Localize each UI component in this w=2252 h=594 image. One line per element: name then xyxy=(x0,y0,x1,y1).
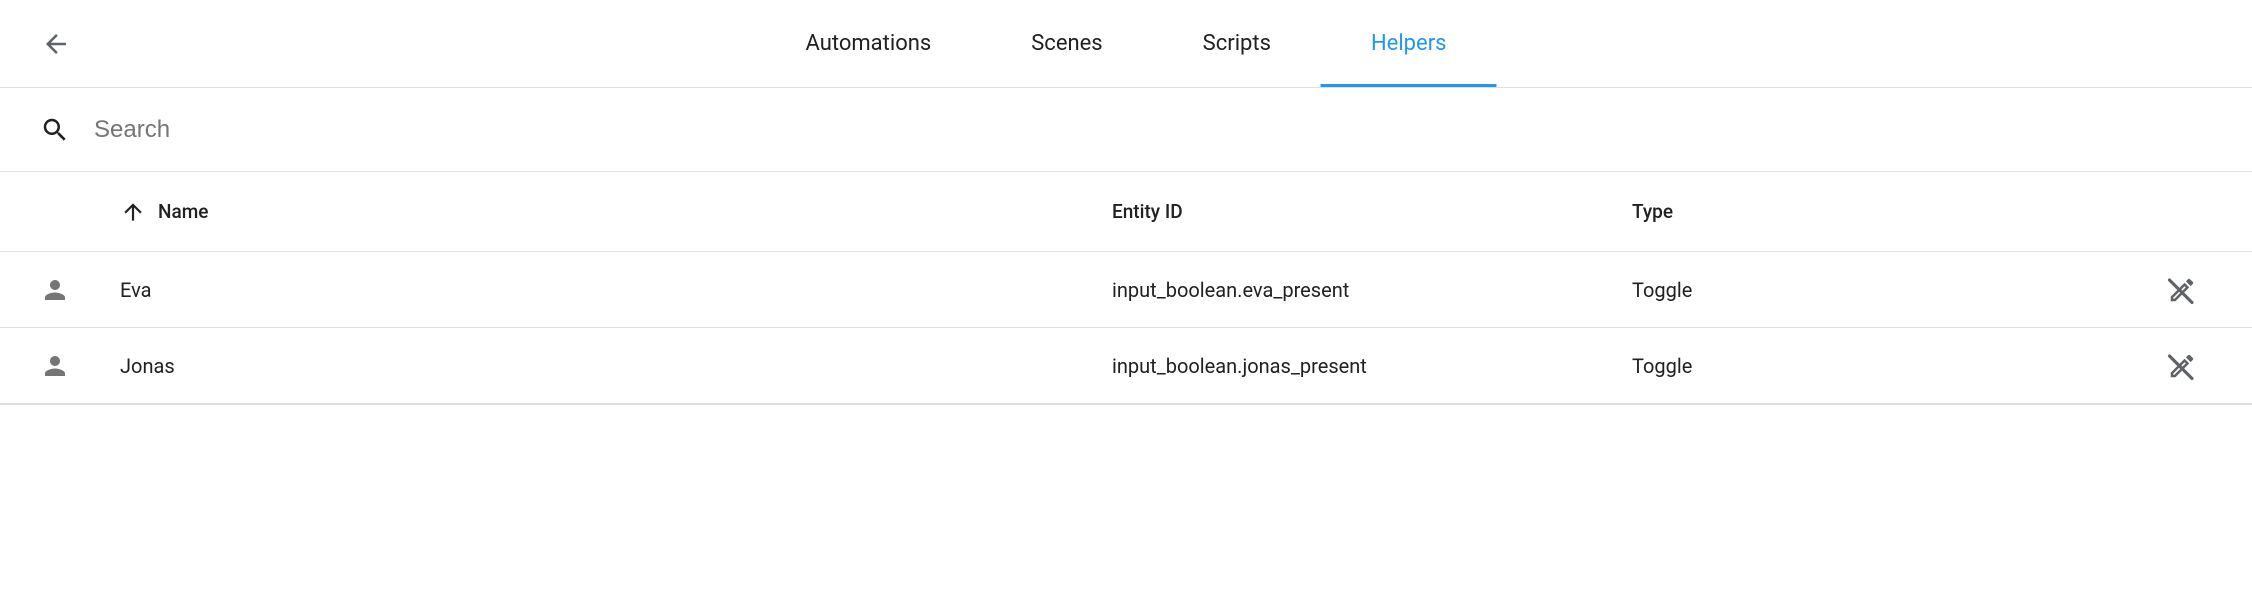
row-type-cell: Toggle xyxy=(1632,278,2152,302)
person-icon xyxy=(40,351,120,381)
row-action-cell xyxy=(2152,275,2212,305)
column-name-label: Name xyxy=(158,200,208,223)
arrow-up-icon xyxy=(120,199,146,225)
tab-helpers[interactable]: Helpers xyxy=(1321,0,1497,87)
arrow-back-icon xyxy=(41,29,71,59)
tab-scenes[interactable]: Scenes xyxy=(981,0,1152,87)
tab-scripts[interactable]: Scripts xyxy=(1153,0,1321,87)
table-body: Eva input_boolean.eva_present Toggle Jon… xyxy=(0,252,2252,405)
column-entity-id-label: Entity ID xyxy=(1112,200,1183,223)
edit-off-icon[interactable] xyxy=(2167,275,2197,305)
back-button[interactable] xyxy=(32,20,80,68)
table-row[interactable]: Jonas input_boolean.jonas_present Toggle xyxy=(0,328,2252,404)
search-icon xyxy=(40,115,70,145)
edit-off-icon[interactable] xyxy=(2167,351,2197,381)
tabs-container: Automations Scenes Scripts Helpers xyxy=(755,0,1496,87)
row-action-cell xyxy=(2152,351,2212,381)
column-header-name[interactable]: Name xyxy=(120,199,1112,225)
table-header: Name Entity ID Type xyxy=(0,172,2252,252)
tab-automations[interactable]: Automations xyxy=(755,0,981,87)
search-input[interactable] xyxy=(94,116,2212,144)
search-bar xyxy=(0,88,2252,172)
column-type-label: Type xyxy=(1632,200,1673,223)
column-header-type[interactable]: Type xyxy=(1632,200,2152,223)
row-entity-id-cell: input_boolean.eva_present xyxy=(1112,278,1632,302)
column-header-entity-id[interactable]: Entity ID xyxy=(1112,200,1632,223)
row-icon-cell xyxy=(40,351,120,381)
header-bar: Automations Scenes Scripts Helpers xyxy=(0,0,2252,88)
person-icon xyxy=(40,275,120,305)
row-name-cell: Eva xyxy=(120,278,1112,302)
row-entity-id-cell: input_boolean.jonas_present xyxy=(1112,354,1632,378)
table-row[interactable]: Eva input_boolean.eva_present Toggle xyxy=(0,252,2252,328)
row-type-cell: Toggle xyxy=(1632,354,2152,378)
row-icon-cell xyxy=(40,275,120,305)
row-name-cell: Jonas xyxy=(120,354,1112,378)
